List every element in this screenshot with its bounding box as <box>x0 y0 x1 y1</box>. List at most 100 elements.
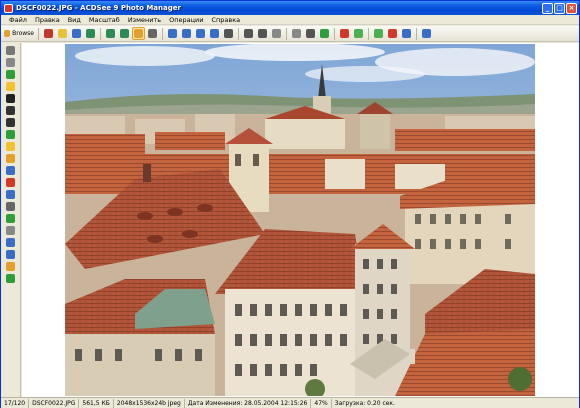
undo-tool-button[interactable] <box>4 273 18 284</box>
effects-icon <box>6 214 15 223</box>
actual-size-button[interactable] <box>208 27 221 40</box>
minimize-button[interactable]: _ <box>542 2 553 14</box>
histogram-tool-button[interactable] <box>4 153 18 164</box>
eye-tool-button[interactable] <box>4 177 18 188</box>
green-tool-tool-button[interactable] <box>4 69 18 80</box>
status-bar: 17/120 DSCF0022.JPG 561,5 КБ 2048x1536x2… <box>1 397 579 408</box>
color-balance-icon <box>6 142 15 151</box>
back-green-button[interactable] <box>372 27 385 40</box>
green-tool-icon <box>6 70 15 79</box>
palette-tool-button[interactable] <box>4 165 18 176</box>
back-green-icon <box>374 29 383 38</box>
delete-button[interactable] <box>386 27 399 40</box>
clone-tool-button[interactable] <box>4 237 18 248</box>
status-date: Дата Изменения: 28.05.2004 12:15:26 <box>185 398 312 408</box>
edit-icon <box>44 29 53 38</box>
eye-icon <box>6 178 15 187</box>
forward-button[interactable] <box>352 27 365 40</box>
menu-zoom[interactable]: Масштаб <box>85 16 124 24</box>
zoom-in-icon <box>224 29 233 38</box>
toolbar-separator <box>334 27 335 40</box>
window-title: DSCF0022.JPG - ACDSee 9 Photo Manager <box>16 4 181 12</box>
toolbar-separator <box>100 27 101 40</box>
sun-tool-button[interactable] <box>4 81 18 92</box>
status-position: 17/120 <box>1 398 30 408</box>
open-folder-button[interactable] <box>56 27 69 40</box>
image-viewer[interactable] <box>22 43 579 397</box>
border-tool-button[interactable] <box>4 225 18 236</box>
draw-tool-button[interactable] <box>4 261 18 272</box>
status-filesize: 561,5 КБ <box>79 398 114 408</box>
forward-icon <box>354 29 363 38</box>
save-icon <box>72 29 81 38</box>
hand-tool-button[interactable] <box>132 27 145 40</box>
print-button[interactable] <box>270 27 283 40</box>
title-bar[interactable]: DSCF0022.JPG - ACDSee 9 Photo Manager _ … <box>1 1 579 15</box>
levels-icon <box>6 106 15 115</box>
frame-tool-button[interactable] <box>4 201 18 212</box>
crop-tool-button[interactable] <box>4 45 18 56</box>
toolbar-separator <box>368 27 369 40</box>
green-square-button[interactable] <box>318 27 331 40</box>
toolbar-separator <box>38 27 39 40</box>
redeye-tool-button[interactable] <box>4 57 18 68</box>
refresh-icon <box>120 29 129 38</box>
fit-width-button[interactable] <box>180 27 193 40</box>
help-button[interactable] <box>420 27 433 40</box>
color-balance-tool-button[interactable] <box>4 141 18 152</box>
prague-rooftops-photo <box>65 44 535 396</box>
zoom-dropdown-icon <box>258 29 267 38</box>
app-window: DSCF0022.JPG - ACDSee 9 Photo Manager _ … <box>0 0 580 408</box>
brush-icon <box>6 130 15 139</box>
refresh-button[interactable] <box>118 27 131 40</box>
sharpen-tool-button[interactable] <box>4 117 18 128</box>
save-button[interactable] <box>70 27 83 40</box>
photo-image <box>65 44 535 396</box>
brush-tool-button[interactable] <box>4 129 18 140</box>
rotate-right-button[interactable] <box>400 27 413 40</box>
levels-tool-button[interactable] <box>4 105 18 116</box>
rotate-button[interactable] <box>290 27 303 40</box>
toolbar-separator <box>416 27 417 40</box>
maximize-button[interactable]: □ <box>554 2 565 14</box>
fit-width-icon <box>182 29 191 38</box>
next-image-button[interactable] <box>104 27 117 40</box>
zoom-in-button[interactable] <box>222 27 235 40</box>
settings-button[interactable] <box>304 27 317 40</box>
fit-window-button[interactable] <box>166 27 179 40</box>
zoom-out-button[interactable] <box>242 27 255 40</box>
zoom-select-button[interactable] <box>146 27 159 40</box>
toolbar-separator <box>238 27 239 40</box>
browse-button[interactable]: Browse <box>3 27 35 40</box>
contrast-icon <box>6 94 15 103</box>
menu-help[interactable]: Справка <box>207 16 244 24</box>
histogram-icon <box>6 154 15 163</box>
settings-icon <box>306 29 315 38</box>
toolbar-separator <box>286 27 287 40</box>
contrast-tool-button[interactable] <box>4 93 18 104</box>
prev-image-button[interactable] <box>84 27 97 40</box>
menu-tools[interactable]: Операции <box>165 16 207 24</box>
blur-tool-button[interactable] <box>4 189 18 200</box>
menu-edit[interactable]: Правка <box>31 16 64 24</box>
zoom-select-icon <box>148 29 157 38</box>
edit-button[interactable] <box>42 27 55 40</box>
menu-view[interactable]: Вид <box>64 16 85 24</box>
close-button[interactable]: × <box>566 2 577 14</box>
status-dimensions: 2048x1536x24b jpeg <box>114 398 185 408</box>
rotate-right-icon <box>402 29 411 38</box>
print-icon <box>272 29 281 38</box>
fit-height-icon <box>196 29 205 38</box>
fit-height-button[interactable] <box>194 27 207 40</box>
red-square-button[interactable] <box>338 27 351 40</box>
menu-file[interactable]: Файл <box>5 16 31 24</box>
effects-tool-button[interactable] <box>4 213 18 224</box>
open-folder-icon <box>58 29 67 38</box>
text-tool-button[interactable] <box>4 249 18 260</box>
draw-icon <box>6 262 15 271</box>
app-icon <box>4 3 13 13</box>
menu-modify[interactable]: Изменить <box>124 16 165 24</box>
zoom-dropdown-button[interactable] <box>256 27 269 40</box>
sharpen-icon <box>6 118 15 127</box>
frame-icon <box>6 202 15 211</box>
